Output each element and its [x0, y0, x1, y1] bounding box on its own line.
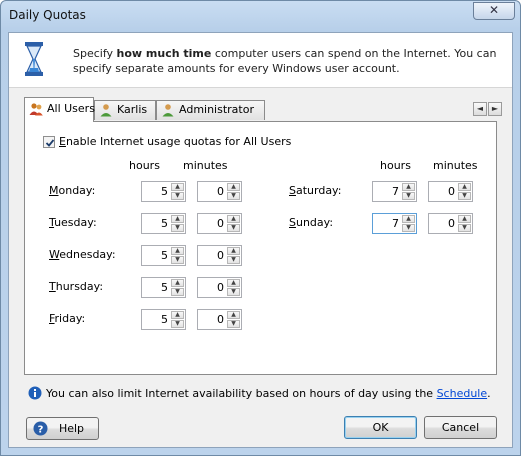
help-icon: ?	[33, 421, 48, 436]
minutes-spinner-friday[interactable]: 0 ▲ ▼	[197, 309, 242, 330]
window-title: Daily Quotas	[9, 8, 86, 22]
tab-scroll-left-button[interactable]: ◄	[473, 102, 487, 116]
spin-down-icon[interactable]: ▼	[227, 256, 240, 264]
spin-down-icon[interactable]: ▼	[227, 320, 240, 328]
spin-down-icon[interactable]: ▼	[171, 256, 184, 264]
spin-up-icon[interactable]: ▲	[227, 279, 240, 287]
hours-spinner-thursday[interactable]: 5 ▲ ▼	[141, 277, 186, 298]
spin-up-icon[interactable]: ▲	[171, 183, 184, 191]
cancel-button[interactable]: Cancel	[424, 416, 497, 439]
spin-up-icon[interactable]: ▲	[458, 183, 471, 191]
info-text: You can also limit Internet availability…	[46, 387, 437, 400]
spin-down-icon[interactable]: ▼	[227, 192, 240, 200]
tab-karlis[interactable]: Karlis	[94, 100, 156, 120]
close-icon: ✕	[488, 3, 500, 17]
tab-all-users[interactable]: All Users	[24, 97, 95, 122]
day-label-wednesday: Wednesday:	[49, 248, 116, 261]
minutes-spinner-wednesday[interactable]: 0 ▲ ▼	[197, 245, 242, 266]
spin-up-icon[interactable]: ▲	[171, 311, 184, 319]
day-label-sunday: Sunday:	[289, 216, 334, 229]
day-label-monday: Monday:	[49, 184, 96, 197]
minutes-spinner-monday[interactable]: 0 ▲ ▼	[197, 181, 242, 202]
day-label-tuesday: Tuesday:	[49, 216, 97, 229]
spin-up-icon[interactable]: ▲	[402, 183, 415, 191]
enable-quotas-label[interactable]: Enable Internet usage quotas for All Use…	[59, 135, 291, 148]
hours-spinner-sunday[interactable]: 7 ▲ ▼	[372, 213, 417, 234]
spin-up-icon[interactable]: ▲	[227, 183, 240, 191]
minutes-spinner-tuesday[interactable]: 0 ▲ ▼	[197, 213, 242, 234]
spin-down-icon[interactable]: ▼	[402, 192, 415, 200]
spin-up-icon[interactable]: ▲	[171, 247, 184, 255]
spin-up-icon[interactable]: ▲	[402, 215, 415, 223]
spin-down-icon[interactable]: ▼	[171, 224, 184, 232]
title-bar[interactable]: Daily Quotas ✕	[1, 1, 520, 31]
help-button[interactable]: ? Help	[26, 417, 99, 440]
schedule-link[interactable]: Schedule	[437, 387, 488, 400]
tab-panel: Enable Internet usage quotas for All Use…	[24, 121, 497, 375]
spin-down-icon[interactable]: ▼	[171, 320, 184, 328]
minutes-spinner-thursday[interactable]: 0 ▲ ▼	[197, 277, 242, 298]
hours-column-header: hours	[380, 159, 411, 172]
hours-spinner-monday[interactable]: 5 ▲ ▼	[141, 181, 186, 202]
day-label-friday: Friday:	[49, 312, 86, 325]
hourglass-icon	[25, 42, 43, 76]
spin-up-icon[interactable]: ▲	[227, 215, 240, 223]
tab-scroll-buttons: ◄ ►	[472, 101, 502, 116]
spin-up-icon[interactable]: ▲	[458, 215, 471, 223]
dialog-client: Specify how much time computer users can…	[8, 32, 513, 448]
svg-text:?: ?	[38, 425, 44, 436]
enable-quotas-checkbox[interactable]	[43, 136, 55, 148]
checkmark-icon	[45, 139, 55, 147]
info-icon	[28, 386, 42, 400]
minutes-column-header: minutes	[183, 159, 228, 172]
hours-spinner-wednesday[interactable]: 5 ▲ ▼	[141, 245, 186, 266]
header-panel: Specify how much time computer users can…	[9, 33, 512, 88]
minutes-spinner-sunday[interactable]: 0 ▲ ▼	[428, 213, 473, 234]
spin-down-icon[interactable]: ▼	[458, 224, 471, 232]
spin-down-icon[interactable]: ▼	[171, 288, 184, 296]
hours-spinner-saturday[interactable]: 7 ▲ ▼	[372, 181, 417, 202]
hours-spinner-friday[interactable]: 5 ▲ ▼	[141, 309, 186, 330]
spin-up-icon[interactable]: ▲	[171, 215, 184, 223]
spin-down-icon[interactable]: ▼	[402, 224, 415, 232]
spin-down-icon[interactable]: ▼	[171, 192, 184, 200]
ok-button[interactable]: OK	[344, 416, 417, 439]
spin-up-icon[interactable]: ▲	[227, 311, 240, 319]
day-label-saturday: Saturday:	[289, 184, 342, 197]
hours-column-header: hours	[129, 159, 160, 172]
spin-up-icon[interactable]: ▲	[171, 279, 184, 287]
day-label-thursday: Thursday:	[49, 280, 104, 293]
minutes-spinner-saturday[interactable]: 0 ▲ ▼	[428, 181, 473, 202]
users-icon	[29, 103, 43, 116]
hours-spinner-tuesday[interactable]: 5 ▲ ▼	[141, 213, 186, 234]
header-description: Specify how much time computer users can…	[73, 47, 497, 75]
minutes-column-header: minutes	[433, 159, 478, 172]
user-icon	[162, 104, 174, 117]
spin-up-icon[interactable]: ▲	[227, 247, 240, 255]
user-icon	[100, 104, 112, 117]
spin-down-icon[interactable]: ▼	[227, 288, 240, 296]
tab-scroll-right-button[interactable]: ►	[488, 102, 502, 116]
tab-administrator[interactable]: Administrator	[156, 100, 265, 120]
spin-down-icon[interactable]: ▼	[227, 224, 240, 232]
close-button[interactable]: ✕	[473, 2, 515, 20]
dialog-window: Daily Quotas ✕ Specify how much time com…	[0, 0, 521, 456]
spin-down-icon[interactable]: ▼	[458, 192, 471, 200]
